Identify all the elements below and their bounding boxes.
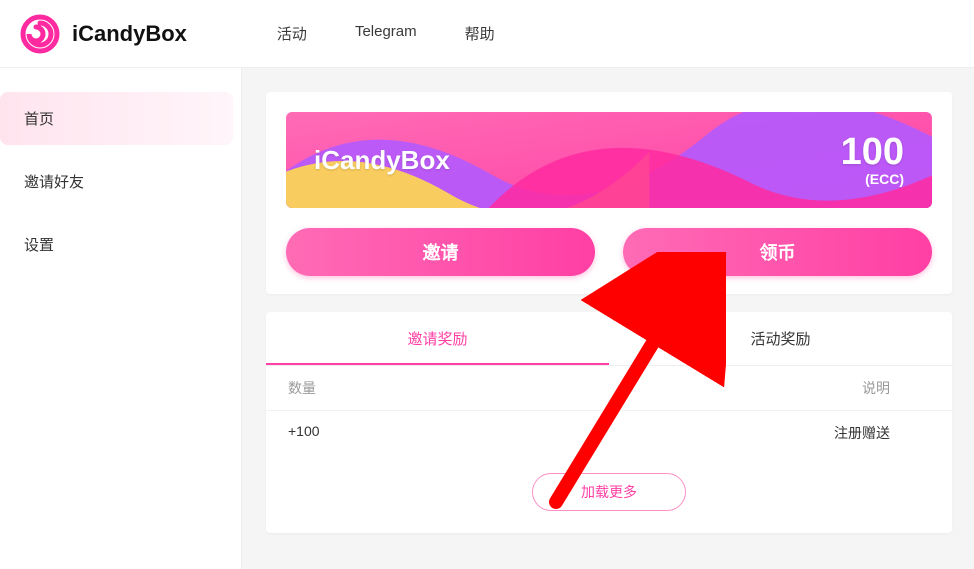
sidebar-item-invite[interactable]: 邀请好友 [0,155,233,208]
balance-amount: 100 [841,133,904,171]
table-row: +100 注册赠送 [266,411,952,455]
row-amount: +100 [288,423,589,443]
rewards-tabs: 邀请奖励 活动奖励 [266,312,952,366]
nav-link-help[interactable]: 帮助 [465,23,495,44]
brand: iCandyBox [20,14,187,54]
col-header-amount: 数量 [288,378,589,398]
claim-button[interactable]: 领币 [623,228,932,276]
top-nav: 活动 Telegram 帮助 [277,23,495,44]
row-desc: 注册赠送 [589,423,930,443]
rewards-table-header: 数量 说明 [266,366,952,411]
balance-unit: (ECC) [841,171,904,187]
col-header-desc: 说明 [589,378,930,398]
load-more-button[interactable]: 加载更多 [532,473,686,511]
candy-spiral-logo-icon [20,14,60,54]
tab-activity-rewards[interactable]: 活动奖励 [609,312,952,365]
balance-banner: iCandyBox 100 (ECC) [286,112,932,208]
banner-balance: 100 (ECC) [841,133,904,187]
sidebar: 首页 邀请好友 设置 [0,68,242,569]
hero-panel: iCandyBox 100 (ECC) 邀请 领币 [266,92,952,294]
banner-title: iCandyBox [314,145,450,176]
load-more-wrap: 加载更多 [266,473,952,511]
brand-title: iCandyBox [72,21,187,47]
invite-button[interactable]: 邀请 [286,228,595,276]
sidebar-item-home[interactable]: 首页 [0,92,233,145]
main-content: iCandyBox 100 (ECC) 邀请 领币 邀请奖励 活动奖励 数量 说… [242,68,974,569]
page-body: 首页 邀请好友 设置 iCandyBox [0,68,974,569]
cta-row: 邀请 领币 [286,228,932,276]
sidebar-item-settings[interactable]: 设置 [0,218,233,271]
tab-invite-rewards[interactable]: 邀请奖励 [266,312,609,365]
nav-link-telegram[interactable]: Telegram [355,23,417,44]
nav-link-activity[interactable]: 活动 [277,23,307,44]
rewards-panel: 邀请奖励 活动奖励 数量 说明 +100 注册赠送 加载更多 [266,312,952,533]
topbar: iCandyBox 活动 Telegram 帮助 [0,0,974,68]
